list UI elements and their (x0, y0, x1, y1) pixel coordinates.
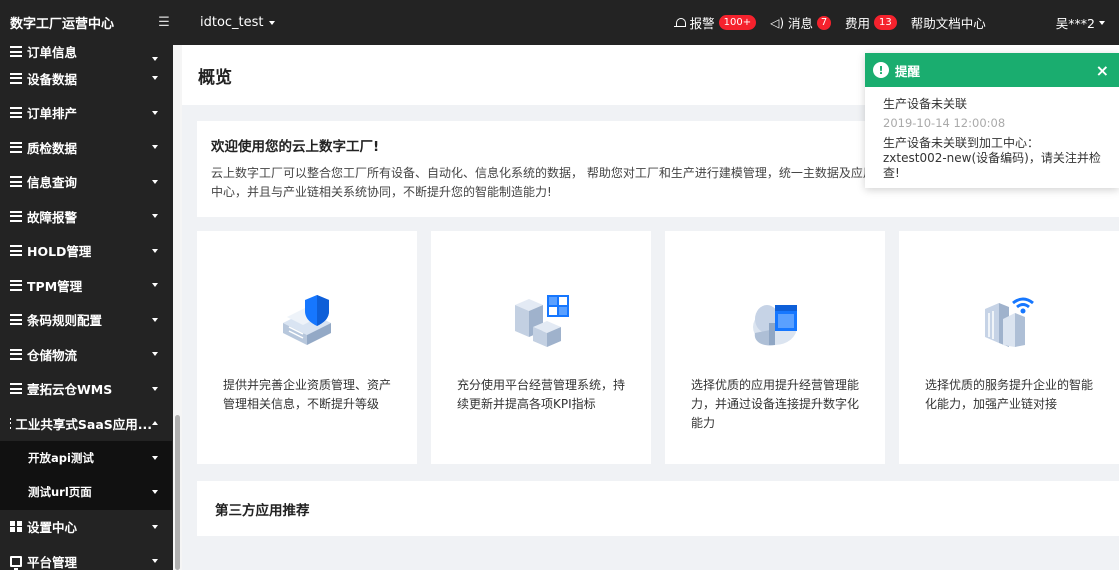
notification-popup: ! 提醒 × 生产设备未关联 2019-10-14 12:00:08 生产设备未… (865, 53, 1119, 188)
cloud-app-icon (753, 305, 797, 346)
sidebar-item-device-data[interactable]: 设备数据 (0, 61, 172, 96)
chevron-down-icon (152, 455, 158, 460)
shield-server-icon (283, 295, 331, 345)
list-icon (10, 245, 22, 257)
notification-message: 生产设备未关联到加工中心：zxtest002-new(设备编码)，请关注并检查! (883, 136, 1101, 180)
list-icon (10, 72, 22, 84)
page-title: 概览 (198, 67, 232, 88)
chevron-down-icon (268, 20, 275, 25)
feature-card-apps[interactable]: 选择优质的应用提升经营管理能力，并通过设备连接提升数字化能力 (665, 231, 885, 464)
notification-title: 提醒 (895, 63, 921, 79)
chevron-down-icon (152, 490, 158, 495)
menu-fold-icon[interactable]: ☰ (156, 15, 172, 30)
user-menu[interactable]: 吴***2 (1056, 13, 1105, 32)
welcome-text: 云上数字工厂可以整合您工厂所有设备、自动化、信息化系统的数据， 帮助您对工厂和生… (211, 166, 875, 199)
chevron-down-icon (152, 214, 158, 219)
sidebar-item-order-scheduling[interactable]: 订单排产 (0, 96, 172, 131)
speaker-icon: ◁) (770, 15, 785, 30)
feature-card-services[interactable]: 选择优质的服务提升企业的智能化能力，加强产业链对接 (899, 231, 1119, 464)
top-bar: idtoc_test 报警 100+ ◁) 消息 7 费用 13 帮助文档中心 … (182, 0, 1119, 45)
sidebar-item-settings[interactable]: 设置中心 (0, 510, 172, 545)
app-title: 数字工厂运营中心 (10, 17, 115, 32)
close-icon[interactable]: × (1096, 61, 1109, 80)
notification-header: ! 提醒 × (865, 53, 1119, 87)
list-icon (10, 176, 22, 188)
chevron-down-icon (152, 317, 158, 322)
list-icon (10, 210, 22, 222)
sidebar-item-orders-info[interactable]: 订单信息 (0, 45, 172, 61)
third-party-title: 第三方应用推荐 (215, 502, 310, 519)
notification-time: 2019-10-14 12:00:08 (883, 116, 1006, 130)
message-badge: 7 (817, 15, 832, 30)
chevron-down-icon (152, 76, 158, 81)
fee-badge: 13 (874, 15, 897, 30)
sidebar-item-hold[interactable]: HOLD管理 (0, 234, 172, 269)
card-description: 充分使用平台经营管理系统，持续更新并提高各项KPI指标 (457, 378, 626, 411)
sidebar-item-saas[interactable]: 工业共享式SaaS应用... (0, 406, 172, 441)
notification-subject: 生产设备未关联 (883, 97, 968, 111)
list-icon (10, 314, 22, 326)
third-party-panel: 第三方应用推荐 (197, 481, 1119, 536)
message-button[interactable]: ◁) 消息 7 (770, 13, 832, 32)
sidebar-item-warehouse[interactable]: 仓储物流 (0, 337, 172, 372)
alarm-button[interactable]: 报警 100+ (673, 13, 757, 32)
wifi-building-icon (985, 297, 1034, 347)
feature-card-qualification[interactable]: 提供并完善企业资质管理、资产管理相关信息，不断提升等级 (197, 231, 417, 464)
sidebar-item-fault-alarm[interactable]: 故障报警 (0, 199, 172, 234)
alert-icon: ! (873, 62, 889, 78)
scrollbar-thumb[interactable] (175, 415, 180, 570)
sidebar-scrollbar[interactable] (173, 45, 182, 570)
grid-icon (10, 521, 22, 533)
sidebar: 数字工厂运营中心 ☰ 订单信息 设备数据 订单排产 质检数据 信息查询 故障报警 (0, 0, 182, 570)
list-icon (10, 279, 22, 291)
sidebar-item-platform[interactable]: 平台管理 (0, 544, 172, 570)
sidebar-menu: 订单信息 设备数据 订单排产 质检数据 信息查询 故障报警 HOLD管理 TPM… (0, 45, 172, 570)
list-icon (10, 141, 22, 153)
chevron-up-icon (152, 421, 158, 426)
fee-button[interactable]: 费用 13 (845, 13, 897, 32)
feature-card-kpi[interactable]: 充分使用平台经营管理系统，持续更新并提高各项KPI指标 (431, 231, 651, 464)
chevron-down-icon (152, 57, 158, 61)
card-description: 选择优质的服务提升企业的智能化能力，加强产业链对接 (925, 378, 1094, 411)
list-icon (10, 107, 22, 119)
sidebar-item-wms[interactable]: 壹拓云仓WMS (0, 372, 172, 407)
chevron-down-icon (152, 110, 158, 115)
sidebar-subitem-api-test[interactable]: 开放api测试 (0, 440, 172, 475)
bell-icon (673, 17, 686, 29)
env-selector[interactable]: idtoc_test (200, 15, 275, 30)
chevron-down-icon (1099, 20, 1105, 25)
chevron-down-icon (152, 179, 158, 184)
chevron-down-icon (152, 145, 158, 150)
list-icon (10, 46, 22, 57)
chevron-down-icon (152, 559, 158, 564)
cube-grid-icon (515, 295, 569, 347)
chevron-down-icon (152, 283, 158, 288)
chevron-down-icon (152, 386, 158, 391)
list-icon (10, 348, 22, 360)
card-description: 选择优质的应用提升经营管理能力，并通过设备连接提升数字化能力 (691, 378, 860, 430)
chevron-down-icon (152, 248, 158, 253)
sidebar-item-info-query[interactable]: 信息查询 (0, 165, 172, 200)
chevron-down-icon (152, 524, 158, 529)
top-bar-actions: 报警 100+ ◁) 消息 7 费用 13 帮助文档中心 吴***2 (673, 13, 1105, 32)
notification-body: 生产设备未关联 2019-10-14 12:00:08 生产设备未关联到加工中心… (865, 87, 1119, 181)
list-icon (10, 383, 22, 395)
feature-cards: 提供并完善企业资质管理、资产管理相关信息，不断提升等级 充分使用平台经营管理系统… (197, 231, 1119, 464)
sidebar-item-tpm[interactable]: TPM管理 (0, 268, 172, 303)
alarm-badge: 100+ (718, 15, 757, 30)
card-description: 提供并完善企业资质管理、资产管理相关信息，不断提升等级 (223, 378, 392, 411)
sidebar-header: 数字工厂运营中心 ☰ (0, 0, 182, 45)
sidebar-item-quality-data[interactable]: 质检数据 (0, 130, 172, 165)
help-docs-link[interactable]: 帮助文档中心 (911, 13, 986, 32)
sidebar-item-barcode-rules[interactable]: 条码规则配置 (0, 303, 172, 338)
sidebar-subitem-url-test[interactable]: 测试url页面 (0, 475, 172, 510)
monitor-icon (10, 555, 22, 570)
chevron-down-icon (152, 352, 158, 357)
